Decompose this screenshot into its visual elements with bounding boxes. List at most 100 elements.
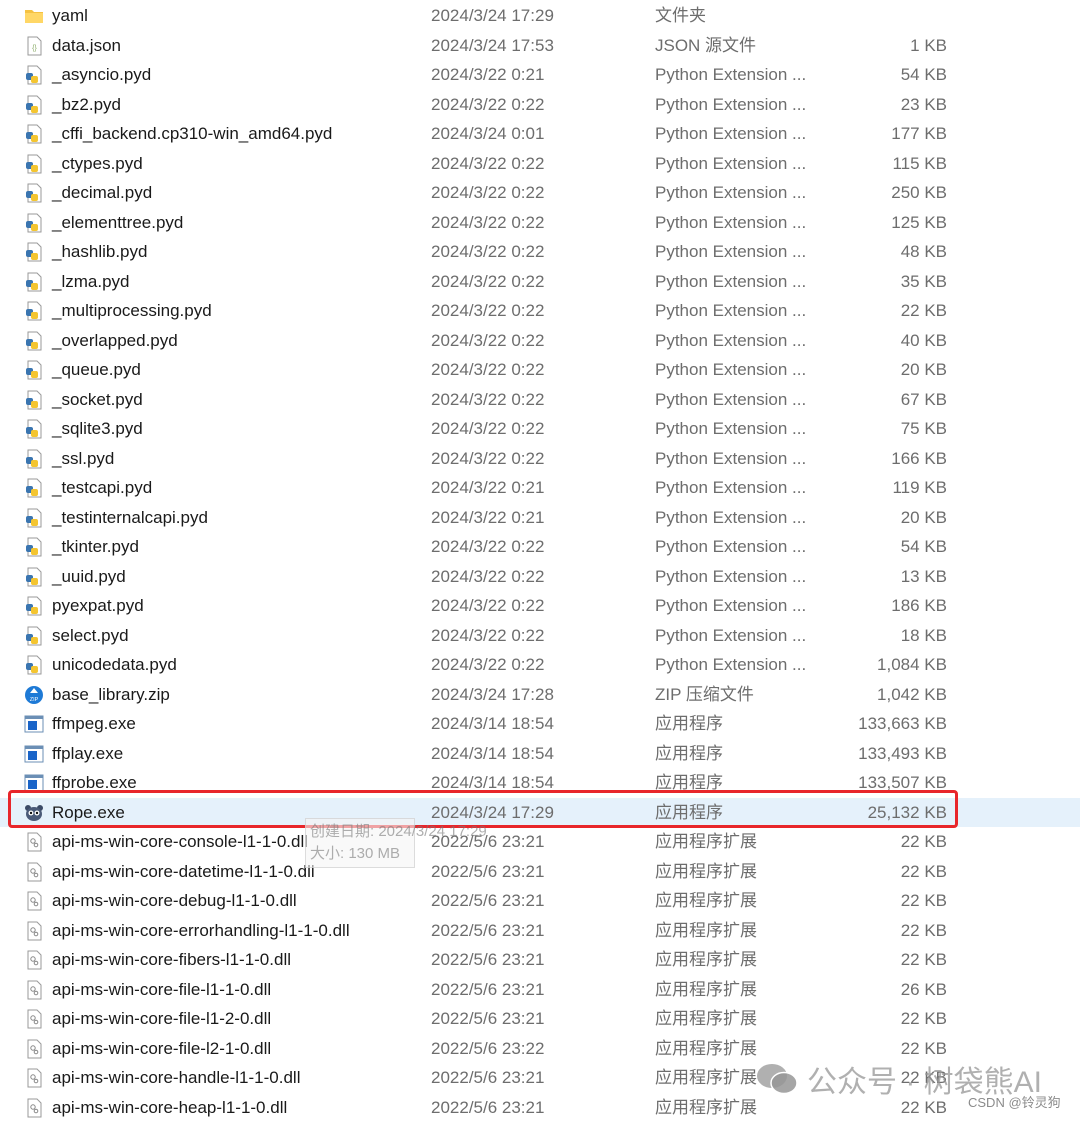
file-date: 2024/3/22 0:21 — [431, 507, 545, 527]
file-size: 22 KB — [900, 832, 947, 851]
file-type: Python Extension ... — [655, 212, 807, 232]
file-date: 2024/3/22 0:22 — [431, 596, 545, 615]
file-date: 2024/3/22 0:22 — [431, 183, 545, 202]
file-name: _testinternalcapi.pyd — [52, 507, 208, 527]
python-file-icon — [24, 508, 44, 528]
file-row[interactable]: ZIP base_library.zip 2024/3/24 17:28 ZIP 压缩… — [0, 680, 1080, 710]
file-type: 应用程序扩展 — [655, 950, 757, 969]
file-type: Python Extension ... — [655, 478, 807, 497]
file-date: 2024/3/22 0:22 — [431, 301, 545, 320]
file-size: 133,663 KB — [858, 714, 947, 733]
file-date: 2024/3/14 18:54 — [431, 773, 554, 792]
file-row[interactable]: pyexpat.pyd 2024/3/22 0:22 Python Extensio… — [0, 591, 1080, 621]
file-size: 22 KB — [900, 861, 947, 881]
folder-file-icon — [24, 6, 44, 26]
dll-file-icon — [24, 950, 44, 970]
file-date: 2022/5/6 23:21 — [431, 891, 545, 910]
file-name: api-ms-win-core-file-l1-1-0.dll — [52, 979, 272, 999]
file-date: 2024/3/22 0:22 — [431, 655, 545, 674]
file-type: 应用程序扩展 — [655, 1068, 757, 1087]
file-size: 22 KB — [900, 1009, 947, 1028]
file-row[interactable]: _tkinter.pyd 2024/3/22 0:22 Python Extensi… — [0, 532, 1080, 562]
file-row[interactable]: _decimal.pyd 2024/3/22 0:22 Python Extensi… — [0, 178, 1080, 208]
dll-file-icon — [24, 1009, 44, 1029]
file-row[interactable]: api-ms-win-core-file-l1-2-0.dll 2022/5/6 … — [0, 1004, 1080, 1034]
file-row[interactable]: ffmpeg.exe 2024/3/14 18:54 应用程序 133,663 KB — [0, 709, 1080, 739]
file-row[interactable]: _hashlib.pyd 2024/3/22 0:22 Python Extensi… — [0, 237, 1080, 267]
python-file-icon — [24, 419, 44, 439]
file-row[interactable]: _asyncio.pyd 2024/3/22 0:21 Python Extensi… — [0, 60, 1080, 90]
file-row[interactable]: Rope.exe 2024/3/24 17:29 应用程序 25,132 KB — [0, 797, 1080, 827]
file-date: 2022/5/6 23:21 — [431, 979, 545, 999]
file-name: pyexpat.pyd — [52, 596, 144, 615]
file-row[interactable]: api-ms-win-core-datetime-l1-1-0.dll 2022/… — [0, 857, 1080, 887]
file-row[interactable]: _ssl.pyd 2024/3/22 0:22 Python Extension .… — [0, 444, 1080, 474]
file-size: 133,507 KB — [858, 773, 947, 792]
dll-file-icon — [24, 832, 44, 852]
file-row[interactable]: api-ms-win-core-fibers-l1-1-0.dll 2022/5/… — [0, 945, 1080, 975]
file-size: 22 KB — [900, 950, 947, 969]
file-row[interactable]: ffprobe.exe 2024/3/14 18:54 应用程序 133,507 KB — [0, 768, 1080, 798]
python-file-icon — [24, 124, 44, 144]
json-file-icon: {} — [24, 36, 44, 56]
dll-file-icon — [24, 1068, 44, 1088]
file-size: 1 KB — [910, 35, 947, 55]
file-row[interactable]: api-ms-win-core-console-l1-1-0.dll 2022/5… — [0, 827, 1080, 857]
file-size: 40 KB — [900, 330, 947, 350]
file-row[interactable]: _multiprocessing.pyd 2024/3/22 0:22 Python… — [0, 296, 1080, 326]
file-type: 应用程序 — [655, 743, 723, 763]
python-file-icon — [24, 567, 44, 587]
file-row[interactable]: _testinternalcapi.pyd 2024/3/22 0:21 Pytho… — [0, 503, 1080, 533]
file-name: api-ms-win-core-handle-l1-1-0.dll — [52, 1068, 301, 1087]
file-type: Python Extension ... — [655, 566, 807, 586]
file-type: ZIP 压缩文件 — [655, 684, 754, 704]
file-type: Python Extension ... — [655, 596, 807, 615]
file-size: 166 KB — [891, 448, 947, 468]
python-file-icon — [24, 183, 44, 203]
file-row[interactable]: _socket.pyd 2024/3/22 0:22 Python Extensio… — [0, 385, 1080, 415]
file-name: ffmpeg.exe — [52, 714, 136, 733]
file-row[interactable]: api-ms-win-core-errorhandling-l1-1-0.dll… — [0, 916, 1080, 946]
python-file-icon — [24, 65, 44, 85]
file-row[interactable]: _bz2.pyd 2024/3/22 0:22 Python Extension .… — [0, 90, 1080, 120]
file-row[interactable]: yaml 2024/3/24 17:29 文件夹 — [0, 1, 1080, 31]
python-file-icon — [24, 626, 44, 646]
tooltip-created: 创建日期: 2024/3/24 17:29 — [310, 823, 487, 840]
file-row[interactable]: _lzma.pyd 2024/3/22 0:22 Python Extension … — [0, 267, 1080, 297]
file-type: Python Extension ... — [655, 330, 807, 350]
file-row[interactable]: unicodedata.pyd 2024/3/22 0:22 Python Exte… — [0, 650, 1080, 680]
file-row[interactable]: _testcapi.pyd 2024/3/22 0:21 Python Extens… — [0, 473, 1080, 503]
file-row[interactable]: {} data.json 2024/3/24 17:53 JSON 源文件 1 KB — [0, 31, 1080, 61]
file-type: Python Extension ... — [655, 625, 807, 645]
file-size: 75 KB — [900, 419, 947, 438]
file-row[interactable]: _queue.pyd 2024/3/22 0:22 Python Extension… — [0, 355, 1080, 385]
file-type: Python Extension ... — [655, 448, 807, 468]
file-size: 67 KB — [900, 389, 947, 409]
python-file-icon — [24, 655, 44, 675]
file-name: _hashlib.pyd — [52, 242, 148, 261]
file-name: Rope.exe — [52, 802, 125, 822]
file-row[interactable]: _uuid.pyd 2024/3/22 0:22 Python Extension … — [0, 562, 1080, 592]
file-size: 23 KB — [900, 94, 947, 114]
file-row[interactable]: _ctypes.pyd 2024/3/22 0:22 Python Extensio… — [0, 149, 1080, 179]
file-row[interactable]: _overlapped.pyd 2024/3/22 0:22 Python Exte… — [0, 326, 1080, 356]
python-file-icon — [24, 449, 44, 469]
file-row[interactable]: api-ms-win-core-debug-l1-1-0.dll 2022/5/6… — [0, 886, 1080, 916]
file-row[interactable]: api-ms-win-core-file-l1-1-0.dll 2022/5/6 … — [0, 975, 1080, 1005]
file-row[interactable]: _elementtree.pyd 2024/3/22 0:22 Python Ext… — [0, 208, 1080, 238]
file-name: _tkinter.pyd — [52, 537, 139, 556]
file-row[interactable]: _sqlite3.pyd 2024/3/22 0:22 Python Extensi… — [0, 414, 1080, 444]
file-size: 48 KB — [900, 242, 947, 261]
file-type: Python Extension ... — [655, 271, 807, 291]
zip-file-icon: ZIP — [24, 685, 44, 705]
file-row[interactable]: ffplay.exe 2024/3/14 18:54 应用程序 133,493 KB — [0, 739, 1080, 769]
file-date: 2022/5/6 23:21 — [431, 1068, 545, 1087]
file-date: 2024/3/22 0:21 — [431, 478, 545, 497]
file-row[interactable]: _cffi_backend.cp310-win_amd64.pyd 2024/3/… — [0, 119, 1080, 149]
file-name: _ctypes.pyd — [52, 153, 143, 173]
file-date: 2024/3/22 0:22 — [431, 153, 545, 173]
file-date: 2024/3/22 0:22 — [431, 242, 545, 261]
python-file-icon — [24, 213, 44, 233]
file-row[interactable]: select.pyd 2024/3/22 0:22 Python Extension… — [0, 621, 1080, 651]
file-size: 13 KB — [900, 566, 947, 586]
